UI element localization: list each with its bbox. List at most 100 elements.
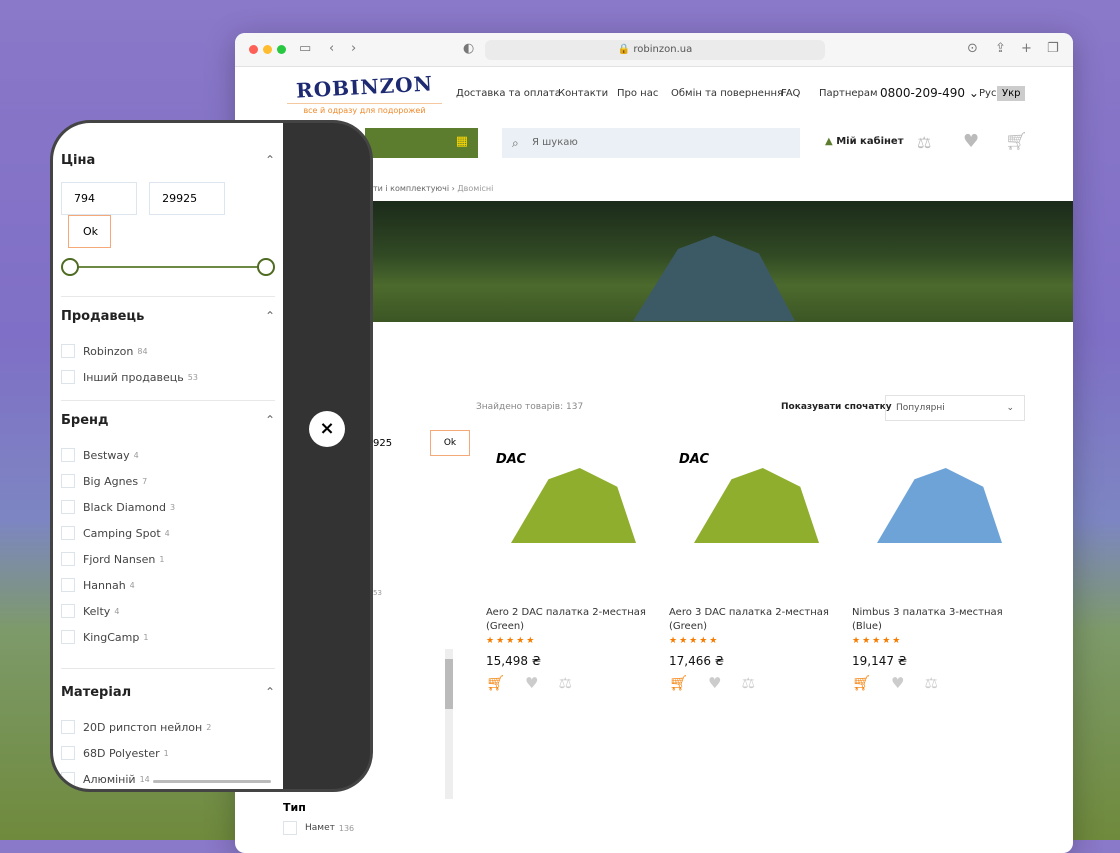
brand-checkbox[interactable]: Bestway 4 [61,442,275,468]
breadcrumb-prev[interactable]: ти і комплектуючі [373,184,449,193]
product-image[interactable]: DAC [486,438,646,588]
nav-delivery[interactable]: Доставка та оплата [456,88,561,99]
brand-checkbox[interactable]: Black Diamond 3 [61,494,275,520]
cart-icon[interactable]: 🛒︎ [1005,131,1028,152]
search-placeholder: Я шукаю [532,137,578,148]
search-input[interactable]: ⌕ Я шукаю [502,128,800,158]
address-bar[interactable]: 🔒 robinzon.ua [485,40,825,60]
product-name[interactable]: Aero 2 DAC палатка 2-местная (Green) [486,606,646,634]
new-tab-icon[interactable]: + [1021,41,1032,56]
share-icon[interactable]: ⇪ [995,41,1006,56]
material-checkbox[interactable]: Алюміній 14 [61,766,275,789]
compare-icon[interactable]: ⚖ [742,674,755,692]
brand-label: Camping Spot [83,526,161,540]
checkbox-box[interactable] [61,526,75,540]
tabs-icon[interactable]: ❐ [1047,41,1059,56]
product-image[interactable] [852,438,1012,588]
checkbox-box[interactable] [61,772,75,786]
forward-icon[interactable]: › [351,41,356,56]
brand-checkbox[interactable]: Fjord Nansen 1 [61,546,275,572]
price-ok-button[interactable]: Ok [430,430,470,456]
close-filter-button[interactable]: × [309,411,345,447]
add-to-cart-icon[interactable]: 🛒︎ [486,674,505,692]
checkbox-box[interactable] [61,344,75,358]
brand-label: Hannah [83,578,126,592]
brand-header[interactable]: Бренд ⌃ [61,413,275,428]
heart-icon[interactable]: ♥ [963,131,979,152]
seller-header[interactable]: Продавець ⌃ [61,309,275,324]
shield-icon[interactable]: ◐ [463,41,474,56]
checkbox-box[interactable] [61,604,75,618]
product-name[interactable]: Nimbus 3 палатка 3-местная (Blue) [852,606,1012,634]
price-max-input[interactable]: 29925 [149,182,226,215]
minimize-icon[interactable] [263,45,272,54]
type-label: Намет [305,823,335,833]
product-card[interactable]: DAC Aero 2 DAC палатка 2-местная (Green)… [486,438,646,692]
cabinet-link[interactable]: ▲ Мій кабінет [825,136,904,147]
nav-about[interactable]: Про нас [617,88,658,99]
nav-partners[interactable]: Партнерам [819,88,878,99]
wishlist-icon[interactable]: ♥ [525,674,538,692]
checkbox-box[interactable] [61,578,75,592]
product-price: 15,498 ₴ [486,654,542,668]
seller-checkbox[interactable]: Robinzon 84 [61,338,275,364]
checkbox-box[interactable] [61,370,75,384]
checkbox-box[interactable] [61,552,75,566]
product-name[interactable]: Aero 3 DAC палатка 2-местная (Green) [669,606,829,634]
tent-image [694,468,819,543]
breadcrumb-current: Двомісні [457,184,494,193]
price-min-input[interactable]: 794 [61,182,137,215]
checkbox-box[interactable] [61,720,75,734]
brand-logo: DAC [496,452,526,467]
back-icon[interactable]: ‹ [329,41,334,56]
chevron-up-icon: ⌃ [264,685,275,699]
compare-icon[interactable]: ⚖ [925,674,938,692]
maximize-icon[interactable] [277,45,286,54]
nav-contacts[interactable]: Контакти [558,88,608,99]
slider-max-handle[interactable] [257,258,275,276]
checkbox-box[interactable] [61,746,75,760]
lang-ru[interactable]: Рус [979,88,996,99]
checkbox-box[interactable] [61,500,75,514]
compare-icon[interactable]: ⚖ [917,133,931,152]
checkbox-box[interactable] [61,448,75,462]
product-card[interactable]: Nimbus 3 палатка 3-местная (Blue) ★★★★★ … [852,438,1012,692]
close-window-icon[interactable] [249,45,258,54]
price-ok-button[interactable]: Ok [68,215,111,248]
checkbox-box[interactable] [61,474,75,488]
price-header[interactable]: Ціна ⌃ [61,153,275,168]
brand-checkbox[interactable]: KingCamp 1 [61,624,275,650]
compare-icon[interactable]: ⚖ [559,674,572,692]
scrollbar-thumb[interactable] [445,659,453,709]
brand-checkbox[interactable]: Hannah 4 [61,572,275,598]
nav-faq[interactable]: FAQ [781,88,800,99]
material-header[interactable]: Матеріал ⌃ [61,685,275,700]
sort-select[interactable]: Популярні ⌄ [885,395,1025,421]
logo[interactable]: ROBINZON все й одразу для подорожей [287,71,442,115]
material-count: 1 [163,748,169,758]
scrollbar[interactable] [445,649,453,799]
download-icon[interactable]: ⊙ [967,41,978,56]
wishlist-icon[interactable]: ♥ [891,674,904,692]
material-checkbox[interactable]: 68D Polyester 1 [61,740,275,766]
material-checkbox[interactable]: 20D рипстоп нейлон 2 [61,714,275,740]
lang-uk[interactable]: Укр [997,86,1026,101]
product-price: 17,466 ₴ [669,654,725,668]
add-to-cart-icon[interactable]: 🛒︎ [852,674,871,692]
phone-number[interactable]: 0800-209-490 ⌄ [880,86,979,100]
nav-returns[interactable]: Обмін та повернення [671,88,783,99]
wishlist-icon[interactable]: ♥ [708,674,721,692]
slider-min-handle[interactable] [61,258,79,276]
price-slider[interactable] [61,248,275,286]
add-to-cart-icon[interactable]: 🛒︎ [669,674,688,692]
brand-checkbox[interactable]: Camping Spot 4 [61,520,275,546]
product-image[interactable]: DAC [669,438,829,588]
checkbox-box[interactable] [61,630,75,644]
sidebar-icon[interactable]: ▭ [299,41,311,56]
seller-checkbox[interactable]: Інший продавець 53 [61,364,275,390]
catalog-button[interactable]: ▦ [365,128,478,158]
type-checkbox[interactable]: Намет 136 [283,818,354,838]
product-card[interactable]: DAC Aero 3 DAC палатка 2-местная (Green)… [669,438,829,692]
brand-checkbox[interactable]: Big Agnes 7 [61,468,275,494]
brand-checkbox[interactable]: Kelty 4 [61,598,275,624]
